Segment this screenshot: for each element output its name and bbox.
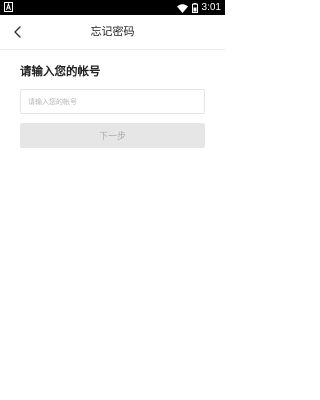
account-prompt: 请输入您的帐号	[20, 64, 101, 78]
page-title: 忘记密码	[90, 25, 135, 38]
account-field[interactable]	[20, 89, 205, 114]
next-button[interactable]: 下一步	[20, 123, 205, 148]
status-time: 3:01	[201, 2, 221, 13]
status-icons: 3:01	[176, 0, 221, 15]
app-bar: 忘记密码	[0, 15, 225, 50]
status-bar: 3:01	[0, 0, 225, 15]
notification-a-icon	[4, 2, 13, 12]
account-input[interactable]	[21, 90, 204, 113]
